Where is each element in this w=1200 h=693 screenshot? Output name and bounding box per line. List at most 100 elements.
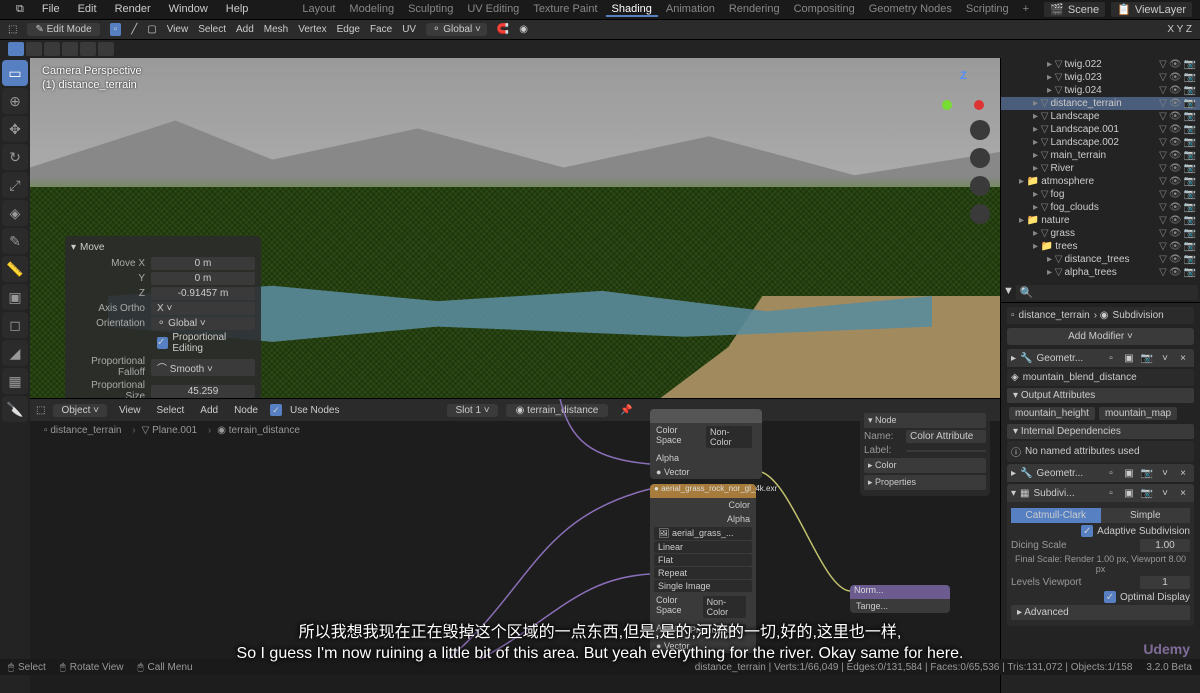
expand-icon[interactable]: ▸ (1011, 353, 1016, 364)
source-select[interactable]: Single Image (654, 580, 752, 592)
add-modifier-button[interactable]: Add Modifier ˅ (1007, 328, 1194, 345)
edge-menu[interactable]: Edge (337, 24, 360, 35)
move-panel-header[interactable]: ▾ Move (71, 242, 255, 253)
perspective-icon[interactable] (970, 204, 990, 224)
zoom-icon[interactable] (970, 120, 990, 140)
move-x-value[interactable]: 0 m (151, 257, 255, 270)
cursor-tool-icon[interactable]: ⊕ (2, 88, 28, 114)
menu-file[interactable]: File (34, 3, 68, 16)
normal-map-node[interactable]: Norm... Tange... (850, 585, 950, 613)
workspace-rendering[interactable]: Rendering (723, 3, 786, 17)
mesh-menu[interactable]: Mesh (264, 24, 288, 35)
edit-on-icon[interactable]: ▫ (1104, 486, 1118, 500)
shader-type-select[interactable]: Object ˅ (53, 404, 107, 417)
modifier-name[interactable]: Geometr... (1036, 468, 1100, 479)
vertex-menu[interactable]: Vertex (298, 24, 326, 35)
render-icon[interactable]: 📷 (1140, 351, 1154, 365)
close-icon[interactable]: × (1176, 466, 1190, 480)
modifier-name[interactable]: Subdivi... (1033, 488, 1100, 499)
prop-edit-checkbox[interactable]: ✓ (157, 337, 168, 349)
annotate-tool-icon[interactable]: ✎ (2, 228, 28, 254)
bevel-tool-icon[interactable]: ◢ (2, 340, 28, 366)
attr-mountain-map[interactable]: mountain_map (1099, 407, 1177, 420)
advanced-section[interactable]: ▸ Advanced (1011, 605, 1190, 620)
select-mode-edge-icon[interactable]: ╱ (131, 24, 137, 35)
workspace-compositing[interactable]: Compositing (788, 3, 861, 17)
node-name-input[interactable]: Color Attribute (906, 430, 986, 443)
axis-ortho-select[interactable]: X ˅ (151, 302, 255, 315)
editor-type-icon[interactable]: ⬚ (8, 24, 17, 35)
shading-mode-icon[interactable] (44, 42, 60, 56)
outliner-item[interactable]: ▸ 📁trees▽👁📷 (1001, 240, 1200, 253)
viewlayer-selector[interactable]: 📋ViewLayer (1111, 2, 1192, 17)
breadcrumb-obj[interactable]: ▫ distance_terrain (44, 425, 136, 436)
face-menu[interactable]: Face (370, 24, 392, 35)
optimal-checkbox[interactable]: ✓ (1104, 591, 1116, 603)
internal-deps-section[interactable]: ▾ Internal Dependencies (1007, 424, 1194, 439)
extrude-tool-icon[interactable]: ▣ (2, 284, 28, 310)
move-z-value[interactable]: -0.91457 m (151, 287, 255, 300)
measure-tool-icon[interactable]: 📏 (2, 256, 28, 282)
close-icon[interactable]: × (1176, 486, 1190, 500)
prop-edit-icon[interactable]: ◉ (519, 24, 528, 35)
more-icon[interactable]: ˅ (1158, 466, 1172, 480)
outliner-item[interactable]: ▸ ▽distance_terrain▽👁📷 (1001, 97, 1200, 110)
modifier-name[interactable]: Geometr... (1036, 353, 1100, 364)
adaptive-checkbox[interactable]: ✓ (1081, 525, 1093, 537)
extension-select[interactable]: Repeat (654, 567, 752, 579)
falloff-select[interactable]: ⌒ Smooth ˅ (151, 359, 255, 376)
axis-z-icon[interactable]: Z (960, 70, 967, 82)
camera-icon[interactable] (970, 176, 990, 196)
interp-select[interactable]: Linear (654, 541, 752, 553)
node-node-menu[interactable]: Node (230, 405, 262, 416)
workspace-anim[interactable]: Animation (660, 3, 721, 17)
workspace-uv[interactable]: UV Editing (461, 3, 525, 17)
move-y-value[interactable]: 0 m (151, 272, 255, 285)
inset-tool-icon[interactable]: ◻ (2, 312, 28, 338)
display-icon[interactable]: ▣ (1122, 466, 1136, 480)
menu-render[interactable]: Render (107, 3, 159, 16)
outliner-item[interactable]: ▸ ▽alpha_trees▽👁📷 (1001, 266, 1200, 279)
outliner-item[interactable]: ▸ ▽main_terrain▽👁📷 (1001, 149, 1200, 162)
outliner-item[interactable]: ▸ ▽grass▽👁📷 (1001, 227, 1200, 240)
workspace-scripting[interactable]: Scripting (960, 3, 1015, 17)
simple-tab[interactable]: Simple (1101, 508, 1191, 523)
rotate-tool-icon[interactable]: ↻ (2, 144, 28, 170)
workspace-geonodes[interactable]: Geometry Nodes (863, 3, 958, 17)
prop-breadcrumb[interactable]: ▫ distance_terrain › ◉ Subdivision (1007, 307, 1194, 324)
outliner-item[interactable]: ▸ ▽twig.023▽👁📷 (1001, 71, 1200, 84)
menu-edit[interactable]: Edit (70, 3, 105, 16)
render-icon[interactable]: 📷 (1140, 486, 1154, 500)
shading-mode-icon[interactable] (62, 42, 78, 56)
menu-window[interactable]: Window (161, 3, 216, 16)
outliner-item[interactable]: ▸ ▽fog_clouds▽👁📷 (1001, 201, 1200, 214)
outliner-item[interactable]: ▸ ▽twig.024▽👁📷 (1001, 84, 1200, 97)
more-icon[interactable]: ˅ (1158, 486, 1172, 500)
output-attrs-section[interactable]: ▾ Output Attributes (1007, 388, 1194, 403)
properties-section-header[interactable]: ▸ Properties (864, 475, 986, 490)
outliner-item[interactable]: ▸ ▽Landscape.001▽👁📷 (1001, 123, 1200, 136)
scene-selector[interactable]: 🎬Scene (1044, 2, 1105, 17)
move-tool-icon[interactable]: ✥ (2, 116, 28, 142)
node-select-menu[interactable]: Select (152, 405, 188, 416)
levels-value[interactable]: 1 (1140, 576, 1190, 589)
shading-mode-icon[interactable] (98, 42, 114, 56)
workspace-layout[interactable]: Layout (296, 3, 341, 17)
attr-mountain-height[interactable]: mountain_height (1009, 407, 1095, 420)
outliner-item[interactable]: ▸ ▽fog▽👁📷 (1001, 188, 1200, 201)
orientation-select[interactable]: ⚬ Global ˅ (151, 317, 255, 330)
outliner-item[interactable]: ▸ 📁nature▽👁📷 (1001, 214, 1200, 227)
blender-logo-icon[interactable]: ⧉ (8, 3, 32, 16)
outliner-item[interactable]: ▸ ▽River▽👁📷 (1001, 162, 1200, 175)
render-icon[interactable]: 📷 (1140, 466, 1154, 480)
breadcrumb-mesh[interactable]: ▽ Plane.001 (142, 425, 212, 436)
loopcut-tool-icon[interactable]: ▦ (2, 368, 28, 394)
outliner-search-input[interactable]: 🔍 (1016, 285, 1198, 300)
image-texture-node-collapsed[interactable]: Color SpaceNon-Color Alpha ● Vector (650, 409, 762, 479)
shading-mode-icon[interactable] (80, 42, 96, 56)
transform-tool-icon[interactable]: ◈ (2, 200, 28, 226)
display-icon[interactable]: ▣ (1122, 351, 1136, 365)
view-menu[interactable]: View (167, 24, 189, 35)
node-add-menu[interactable]: Add (196, 405, 222, 416)
menu-help[interactable]: Help (218, 3, 257, 16)
